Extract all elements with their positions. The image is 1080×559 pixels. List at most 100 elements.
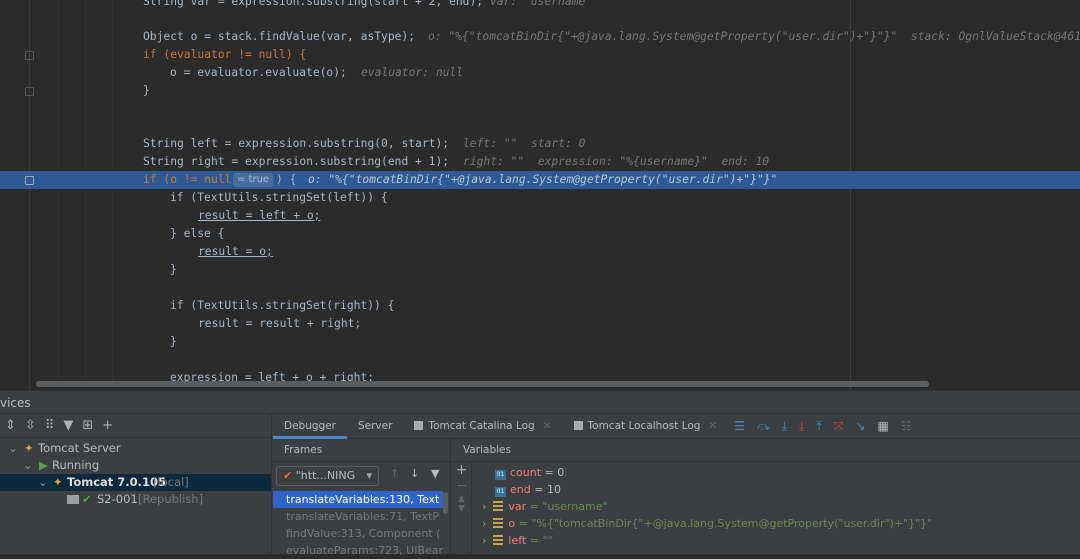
trace-icon[interactable]: ☷ [901, 419, 912, 433]
frame-item[interactable]: evaluateParams:723, UIBear [273, 542, 443, 559]
check-icon: ✔ [82, 492, 92, 506]
remove-watch-icon[interactable]: − [452, 478, 471, 494]
variables-toolbar: + − ▲ ▼ [452, 462, 472, 554]
tab-catalina-log[interactable]: Tomcat Catalina Log ✕ [403, 414, 562, 439]
variable-row[interactable]: 01 count = 0 [495, 464, 564, 481]
frames-scrollbar[interactable] [443, 492, 448, 514]
add-watch-icon[interactable]: + [452, 462, 471, 478]
folder-icon [67, 495, 79, 504]
chevron-right-icon[interactable]: › [482, 517, 486, 530]
frames-header: Frames [273, 439, 450, 462]
expand-all-icon[interactable]: ⇕ [5, 418, 16, 433]
chevron-down-icon: ⌄ [8, 441, 18, 455]
step-into-icon[interactable]: ⤓ [782, 419, 787, 434]
evaluate-expression-icon[interactable]: ▦ [877, 419, 888, 433]
collapse-all-icon[interactable]: ⇳ [25, 418, 36, 433]
close-icon[interactable]: ✕ [543, 420, 552, 432]
tree-item-tomcat-instance[interactable]: ⌄ ✦ Tomcat 7.0.105 [local] [0, 474, 271, 491]
code-line: } else { [0, 225, 1080, 243]
move-down-icon[interactable]: ▼ [452, 504, 471, 514]
new-tab-icon[interactable]: ⊞ [82, 418, 93, 433]
move-up-icon[interactable]: ▲ [452, 494, 471, 504]
variable-row[interactable]: › o = "%{"tomcatBinDir{"+@java.lang.Syste… [482, 515, 932, 532]
code-line: o = evaluator.evaluate(o); evaluator: nul… [0, 64, 1080, 82]
variables-header: Variables [452, 439, 1080, 462]
tree-label: Running [52, 458, 100, 472]
frame-item[interactable]: translateVariables:71, TextP [273, 508, 443, 525]
drop-frame-icon[interactable]: ⤧ [834, 419, 844, 434]
inline-debug-value: var: "username" [490, 0, 593, 8]
tree-label: Tomcat 7.0.105 [67, 475, 167, 489]
tree-item-tomcat-server[interactable]: ⌄ ✦ Tomcat Server [0, 440, 271, 457]
code-text: } [143, 84, 150, 97]
filter-icon[interactable]: ▼ [63, 418, 73, 433]
variable-name: end [510, 483, 531, 496]
tab-label: Debugger [284, 419, 336, 432]
code-text: String var = expression.substring(start … [143, 0, 484, 8]
group-icon[interactable]: ⠿ [45, 418, 55, 433]
tree-tag: [Republish] [138, 492, 204, 506]
check-icon: ✔ [283, 469, 296, 482]
arrow-up-icon[interactable]: ↑ [390, 467, 399, 480]
chevron-right-icon[interactable]: › [482, 534, 486, 547]
thread-selector[interactable]: ✔ "htt...NING ▾ [276, 466, 379, 486]
tab-localhost-log[interactable]: Tomcat Localhost Log ✕ [563, 414, 729, 439]
variable-value: = 0 [544, 466, 565, 479]
tab-label: Server [357, 419, 393, 432]
panel-title: vices [0, 390, 1080, 414]
frame-item-selected[interactable]: translateVariables:130, Text [273, 491, 443, 508]
code-line: String right = expression.substring(end … [0, 153, 1080, 171]
code-text: result = o; [198, 245, 273, 258]
arrow-down-icon[interactable]: ↓ [410, 467, 419, 480]
inline-debug-value: left: "" start: 0 [463, 137, 586, 150]
current-execution-line: if (o != null = true) {o: "%{"tomcatBinDi… [0, 171, 1080, 189]
code-line: if (TextUtils.stringSet(right)) { [0, 297, 1080, 315]
variable-value: = "%{"tomcatBinDir{"+@java.lang.System@g… [518, 517, 933, 530]
primitive-icon: 01 [495, 470, 506, 480]
filter-icon[interactable]: ▼ [431, 467, 439, 480]
inline-debug-value: o: "%{"tomcatBinDir{"+@java.lang.System@… [428, 30, 1080, 43]
variable-name: left [508, 534, 527, 547]
chevron-right-icon[interactable]: › [482, 500, 486, 513]
code-text: if (evaluator != null) { [143, 48, 307, 61]
code-line: result = o; [0, 243, 1080, 261]
code-text: ) { [276, 173, 297, 186]
tab-label: Tomcat Localhost Log [587, 419, 701, 432]
code-line: String left = expression.substring(0, st… [0, 135, 1080, 153]
variable-value: = "username" [529, 500, 608, 513]
inline-evaluation-pill: = true [233, 173, 274, 187]
tree-item-artifact[interactable]: ✔ S2-001 [Republish] [0, 491, 271, 508]
close-icon[interactable]: ✕ [708, 420, 717, 432]
code-line: } [0, 82, 1080, 100]
object-icon [493, 518, 504, 528]
horizontal-scrollbar[interactable] [36, 381, 929, 387]
code-line: } [0, 261, 1080, 279]
step-over-icon[interactable]: ⤼ [757, 419, 770, 434]
fold-icon[interactable] [25, 176, 34, 185]
force-step-into-icon[interactable]: ⤓ [799, 419, 804, 434]
variables-pane: Variables + − ▲ ▼ 01 count = 0 01 end = 10 › v… [452, 439, 1080, 554]
show-execution-point-icon[interactable]: ☰ [734, 419, 745, 433]
variable-row[interactable]: › var = "username" [482, 498, 608, 515]
code-line: String var = expression.substring(start … [0, 0, 1080, 11]
add-icon[interactable]: + [102, 418, 113, 433]
tab-debugger[interactable]: Debugger [273, 414, 347, 439]
code-text: if (TextUtils.stringSet(left)) { [170, 191, 388, 204]
code-line: if (TextUtils.stringSet(left)) { [0, 189, 1080, 207]
primitive-icon: 01 [495, 487, 506, 497]
frame-item[interactable]: findValue:313, Component ( [273, 525, 443, 542]
run-to-cursor-icon[interactable]: ↘ [855, 419, 865, 433]
code-text: } else { [170, 227, 225, 240]
console-icon [414, 420, 424, 430]
code-line: Object o = stack.findValue(var, asType);… [0, 28, 1080, 46]
tab-server[interactable]: Server [347, 414, 403, 439]
variable-row[interactable]: 01 end = 10 [495, 481, 561, 498]
chevron-down-icon: ⌄ [23, 458, 33, 472]
variable-row[interactable]: › left = "" [482, 532, 553, 549]
code-line: } [0, 333, 1080, 351]
tree-item-running[interactable]: ⌄ ▶ Running [0, 457, 271, 474]
code-editor[interactable]: String var = expression.substring(start … [0, 0, 1080, 390]
code-text: result = result + right; [198, 317, 362, 330]
tab-label: Tomcat Catalina Log [428, 419, 535, 432]
step-out-icon[interactable]: ⤒ [816, 419, 821, 434]
